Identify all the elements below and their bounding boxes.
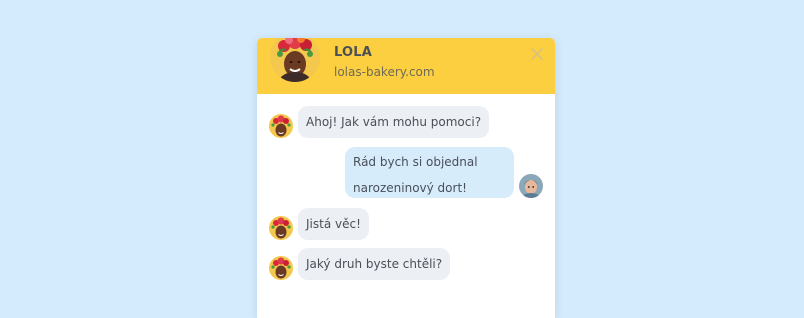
header-title: LOLA	[334, 45, 373, 60]
bot-avatar-icon	[269, 216, 293, 240]
bot-avatar-icon	[269, 256, 293, 280]
bot-avatar-icon	[269, 114, 293, 138]
close-icon[interactable]	[529, 46, 545, 62]
bot-message-bubble: Ahoj! Jak vám mohu pomoci?	[298, 106, 490, 138]
chat-header: LOLA lolas-bakery.com	[257, 38, 555, 94]
header-subtitle: lolas-bakery.com	[334, 65, 435, 79]
bot-message-bubble: Jaký druh byste chtěli?	[298, 248, 451, 280]
bot-message-bubble: Jistá věc!	[298, 208, 369, 240]
bot-avatar-icon	[270, 38, 320, 82]
user-avatar-icon	[519, 174, 543, 198]
chat-widget: LOLA lolas-bakery.com Ahoj! Jak vám mohu…	[257, 38, 555, 318]
user-message-bubble: Rád bych si objednal narozeninový dort!	[345, 147, 514, 198]
